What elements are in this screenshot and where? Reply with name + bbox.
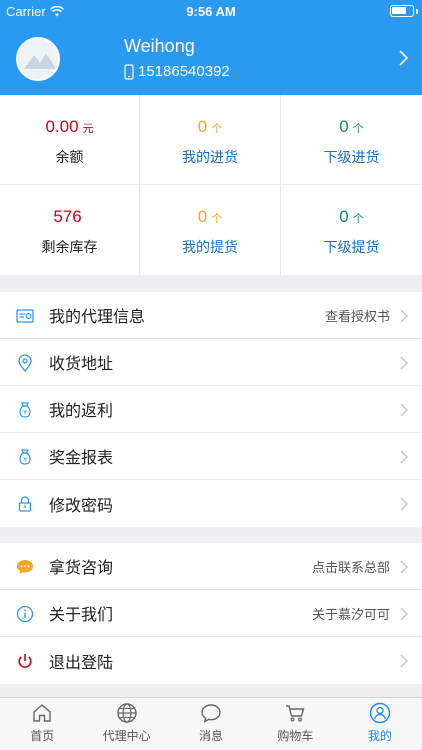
menu-group-support: 拿货咨询 点击联系总部 关于我们 关于慕汐可可 退出登陆 [0,543,422,684]
stat-value-wrap: 0.00 元 [0,117,139,139]
battery-icon [390,5,414,17]
stat-value: 0 [339,117,349,136]
menu-item-agent-info[interactable]: 我的代理信息 查看授权书 [0,292,422,339]
menu-item-label: 奖金报表 [49,450,114,467]
svg-text:¥: ¥ [23,457,27,464]
chat-bubble-icon [17,560,33,574]
avatar-mountain-icon [18,39,58,79]
stat-value: 0 [339,207,349,226]
chevron-right-icon [400,607,408,621]
stat-value: 0.00 [45,117,79,136]
info-icon [16,605,34,623]
stat-value-wrap: 0个 [281,207,422,229]
stat-label: 下级进货 [323,149,380,165]
menu-item-label: 我的返利 [49,403,114,420]
cart-icon [253,702,337,726]
message-icon [169,702,253,726]
menu-item-bonus-report[interactable]: ¥ 奖金报表 [0,433,422,480]
stat-unit: 个 [211,213,223,225]
power-icon [18,654,32,668]
tab-label: 消息 [199,729,224,743]
status-bar: Carrier 9:56 AM [0,0,422,22]
menu-item-label: 拿货咨询 [49,560,114,577]
tab-agent-center[interactable]: 代理中心 [84,698,168,750]
chevron-right-icon [400,450,408,464]
stat-my-purchase[interactable]: 0个 我的进货 [140,95,281,185]
menu-item-label: 收货地址 [49,356,114,373]
tab-home[interactable]: 首页 [0,698,84,750]
profile-header[interactable]: Carrier 9:56 AM Weihong 15186540392 [0,0,422,95]
tab-cart[interactable]: 购物车 [253,698,337,750]
money-bag-icon: ¥ [19,402,31,418]
menu-item-label: 修改密码 [49,497,114,515]
menu-item-rebate[interactable]: ¥ 我的返利 [0,386,422,433]
phone-icon [124,63,134,80]
battery-cap [416,9,418,14]
chevron-right-icon [400,654,408,668]
stat-sub-pickup[interactable]: 0个 下级提货 [281,185,422,275]
svg-text:¥: ¥ [23,410,27,417]
menu-item-logout[interactable]: 退出登陆 [0,637,422,684]
stat-label: 下级提货 [323,239,380,255]
chevron-right-icon [400,560,408,574]
chevron-right-icon [400,497,408,511]
tab-label: 购物车 [277,729,314,743]
menu-item-hint: 点击联系总部 [311,559,390,575]
stat-unit: 个 [352,123,364,135]
agent-card-icon [16,309,34,323]
menu-item-label: 退出登陆 [49,654,114,672]
profile-phone: 15186540392 [138,63,230,80]
stat-sub-purchase[interactable]: 0个 下级进货 [281,95,422,185]
menu-item-about[interactable]: 关于我们 关于慕汐可可 [0,590,422,637]
chevron-right-icon [400,356,408,370]
stat-unit: 元 [82,123,94,135]
stat-value: 0 [197,207,208,226]
profile-name: Weihong [124,36,195,56]
globe-icon [84,702,168,726]
stat-label: 我的提货 [182,239,238,255]
user-icon [338,702,422,726]
lock-icon [18,496,32,512]
menu-item-label: 我的代理信息 [49,309,146,326]
stat-label: 我的进货 [182,149,238,165]
tab-messages[interactable]: 消息 [169,698,253,750]
stat-my-pickup[interactable]: 0个 我的提货 [140,185,281,275]
stat-value-wrap: 0个 [140,207,280,229]
tab-bar: 首页 代理中心 消息 购物车 我的 [0,697,422,750]
tab-label: 代理中心 [102,729,151,743]
menu-item-address[interactable]: 收货地址 [0,339,422,386]
menu-item-label: 关于我们 [49,607,114,624]
stat-value-wrap: 0个 [281,117,422,139]
profile-phone-row: 15186540392 [124,63,230,80]
menu-item-change-password[interactable]: 修改密码 [0,480,422,527]
chevron-right-icon [400,403,408,417]
menu-item-consult[interactable]: 拿货咨询 点击联系总部 [0,543,422,590]
menu-group-account: 我的代理信息 查看授权书 收货地址 ¥ 我的返利 ¥ 奖金报表 修改密码 [0,292,422,527]
status-time: 9:56 AM [186,4,236,19]
stat-label: 余额 [55,149,84,165]
stat-balance[interactable]: 0.00 元 余额 [0,95,140,185]
stat-value-wrap: 576 [0,207,139,229]
avatar[interactable] [16,37,60,81]
stat-value: 576 [53,207,82,226]
chevron-right-icon [400,309,408,323]
tab-mine[interactable]: 我的 [338,698,422,750]
tab-label: 首页 [30,729,55,743]
chevron-right-icon[interactable] [399,50,408,66]
stat-unit: 个 [211,123,223,135]
stat-inventory[interactable]: 576 剩余库存 [0,185,140,275]
stat-unit: 个 [352,213,364,225]
home-icon [0,702,84,726]
stat-value: 0 [197,117,208,136]
menu-item-hint: 关于慕汐可可 [311,606,390,622]
location-pin-icon [18,354,32,372]
stat-value-wrap: 0个 [140,117,280,139]
stat-label: 剩余库存 [41,239,98,255]
money-bag-icon: ¥ [19,449,31,465]
stats-grid: 0.00 元 余额 0个 我的进货 0个 下级进货 576 剩余库存 0个 我的提… [0,95,422,275]
menu-item-hint: 查看授权书 [324,308,390,324]
tab-label: 我的 [367,729,392,743]
